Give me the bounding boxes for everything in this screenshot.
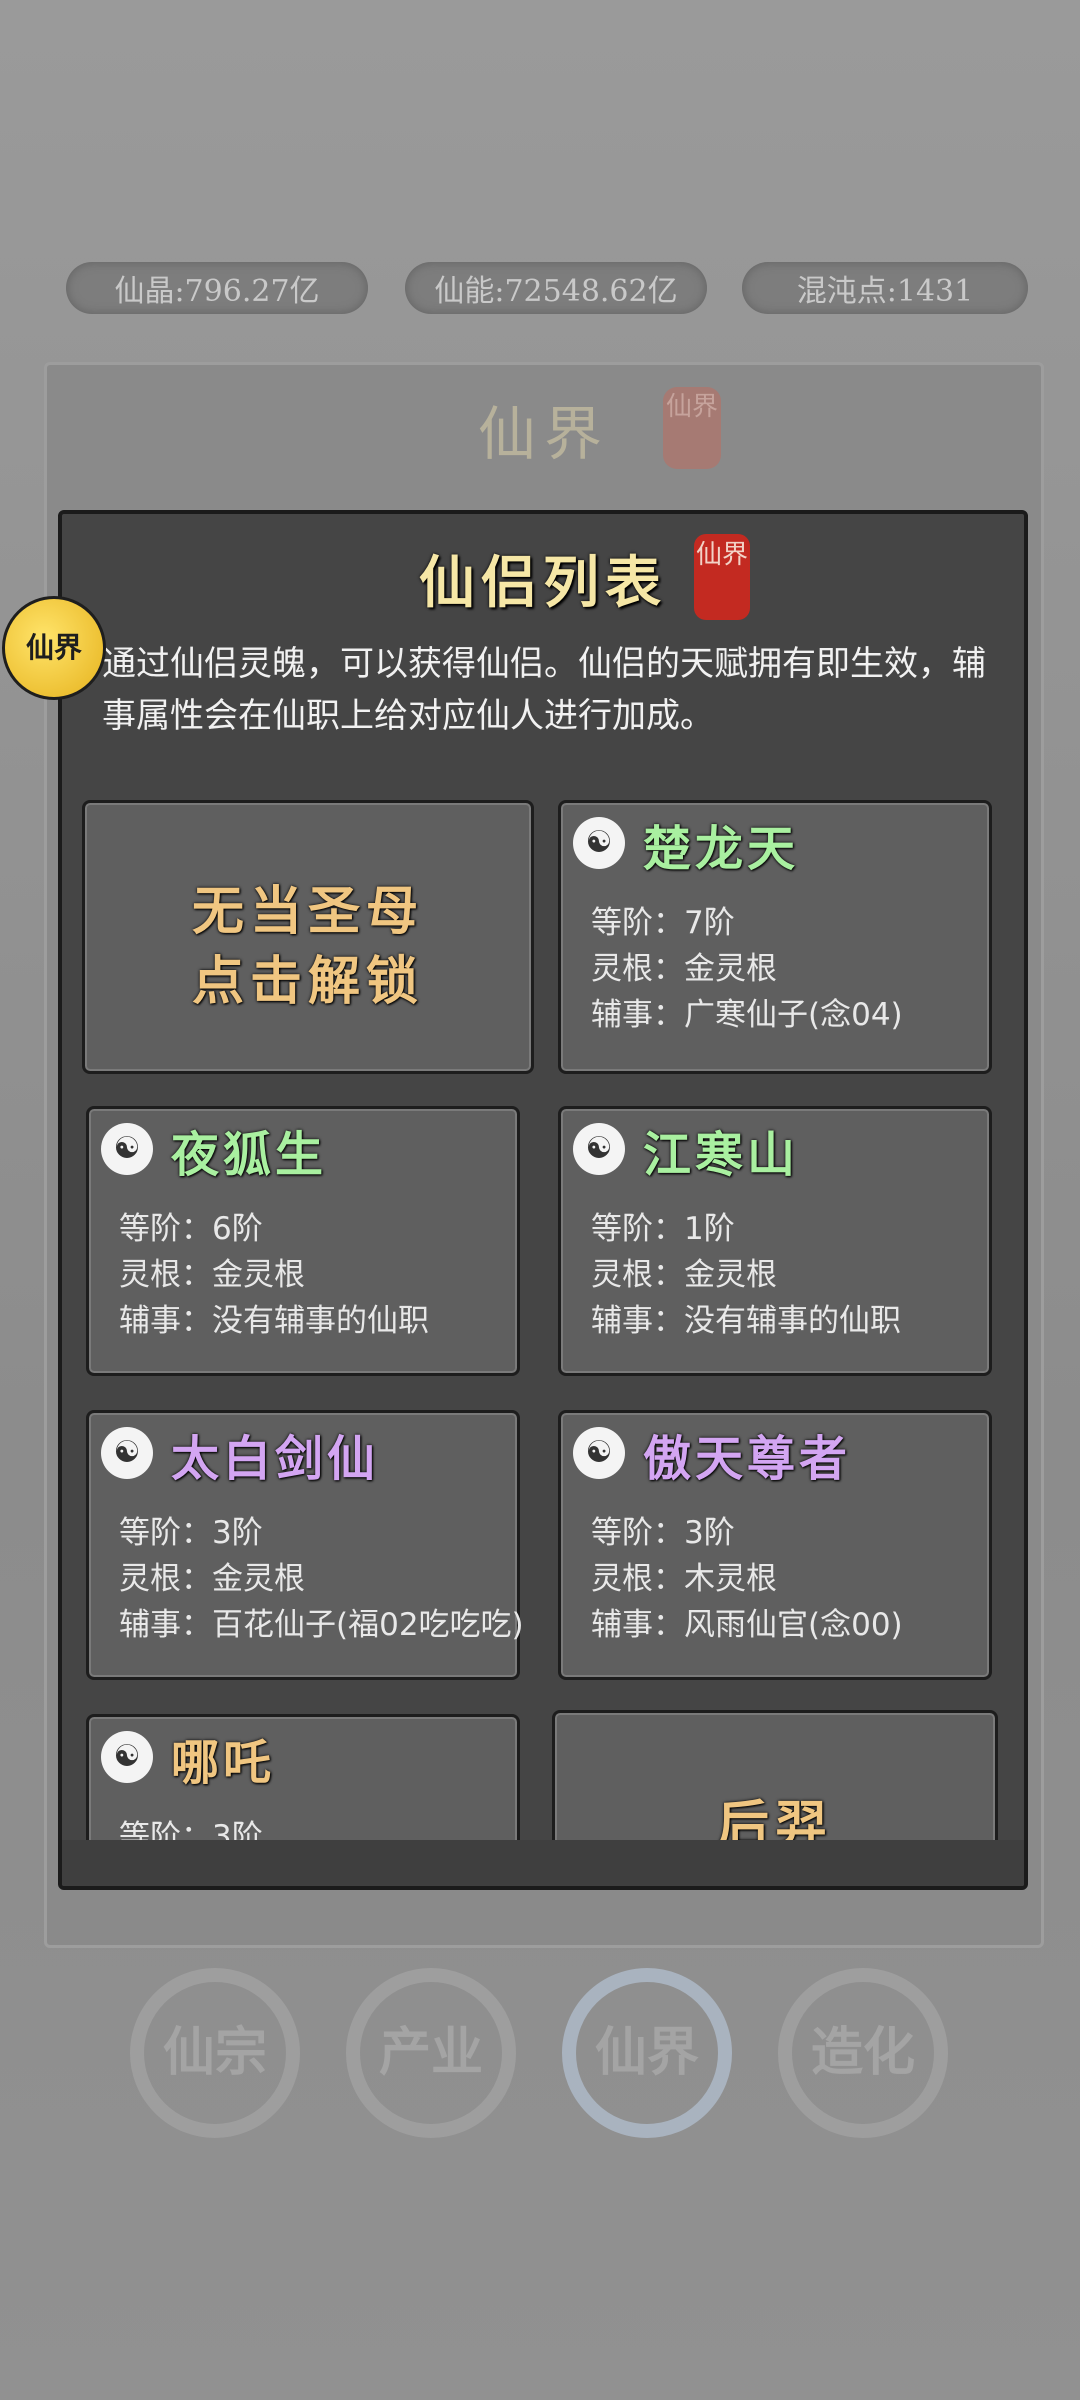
companion-name: 哪吒 (171, 1735, 276, 1791)
seal-stamp-icon: 仙界 (694, 534, 750, 620)
companion-card[interactable]: ☯ 太白剑仙 等阶：3阶 灵根：金灵根 辅事：百花仙子(福02吃吃吃) (86, 1410, 524, 1680)
spirit-icon: ☯ (101, 1731, 153, 1783)
companion-root: 灵根：金灵根 (591, 1257, 777, 1293)
nav-sect-button[interactable]: 仙宗 (130, 1968, 300, 2138)
crystal-counter: 仙晶:796.27亿 (66, 262, 368, 314)
spirit-icon: ☯ (573, 1123, 625, 1175)
nav-label: 仙界 (594, 2022, 699, 2083)
companion-root: 灵根：金灵根 (591, 951, 777, 987)
companion-root: 灵根：木灵根 (591, 1561, 777, 1597)
energy-counter: 仙能:72548.62亿 (405, 262, 707, 314)
locked-companion-name: 无当圣母 (191, 881, 424, 942)
realm-seal-icon: 仙界 (663, 387, 721, 469)
companion-assist: 辅事：没有辅事的仙职 (591, 1303, 901, 1339)
companion-card-locked[interactable]: 无当圣母 点击解锁 (82, 800, 534, 1074)
companion-assist: 辅事：广寒仙子(念04) (591, 997, 903, 1033)
companion-name: 太白剑仙 (171, 1431, 380, 1487)
nav-label: 造化 (810, 2022, 915, 2083)
nav-industry-button[interactable]: 产业 (346, 1968, 516, 2138)
nav-realm-button[interactable]: 仙界 (562, 1968, 732, 2138)
realm-badge-icon[interactable]: 仙界 (2, 596, 106, 700)
companion-root: 灵根：金灵根 (119, 1257, 305, 1293)
companion-assist: 辅事：百花仙子(福02吃吃吃) (119, 1607, 524, 1643)
companion-rank: 等阶：3阶 (591, 1515, 735, 1551)
companion-rank: 等阶：1阶 (591, 1211, 735, 1247)
spirit-icon: ☯ (101, 1427, 153, 1479)
companion-list-dialog: 仙侣列表 仙界 通过仙侣灵魄，可以获得仙侣。仙侣的天赋拥有即生效，辅事属性会在仙… (58, 510, 1028, 1890)
companion-card[interactable]: ☯ 楚龙天 等阶：7阶 灵根：金灵根 辅事：广寒仙子(念04) (558, 800, 992, 1074)
nav-label: 仙宗 (162, 2022, 267, 2083)
companion-rank: 等阶：7阶 (591, 905, 735, 941)
badge-label: 仙界 (25, 631, 82, 664)
dialog-description: 通过仙侣灵魄，可以获得仙侣。仙侣的天赋拥有即生效，辅事属性会在仙职上给对应仙人进… (102, 644, 986, 736)
realm-title: 仙界 (477, 400, 610, 468)
chaos-points-counter: 混沌点:1431 (742, 262, 1028, 314)
companion-assist: 辅事：没有辅事的仙职 (119, 1303, 429, 1339)
nav-creation-button[interactable]: 造化 (778, 1968, 948, 2138)
unlock-hint: 点击解锁 (191, 951, 424, 1012)
spirit-icon: ☯ (573, 1427, 625, 1479)
companion-grid[interactable]: 无当圣母 点击解锁 ☯ 楚龙天 等阶：7阶 灵根：金灵根 辅事：广寒仙子(念04… (62, 784, 1024, 1842)
companion-rank: 等阶：3阶 (119, 1819, 263, 1842)
companion-rank: 等阶：3阶 (119, 1515, 263, 1551)
companion-card[interactable]: ☯ 哪吒 等阶：3阶 (86, 1714, 520, 1842)
companion-card-locked[interactable]: 后羿 (552, 1710, 998, 1842)
nav-label: 产业 (378, 2022, 483, 2083)
locked-companion-name: 后羿 (716, 1795, 833, 1842)
companion-name: 江寒山 (643, 1127, 800, 1183)
companion-card[interactable]: ☯ 江寒山 等阶：1阶 灵根：金灵根 辅事：没有辅事的仙职 (558, 1106, 992, 1376)
dialog-title: 仙侣列表 (419, 550, 667, 616)
companion-rank: 等阶：6阶 (119, 1211, 263, 1247)
dialog-footer (62, 1840, 1024, 1886)
companion-card[interactable]: ☯ 夜狐生 等阶：6阶 灵根：金灵根 辅事：没有辅事的仙职 (86, 1106, 520, 1376)
companion-name: 楚龙天 (643, 821, 800, 877)
spirit-icon: ☯ (573, 817, 625, 869)
companion-assist: 辅事：风雨仙官(念00) (591, 1607, 903, 1643)
companion-name: 傲天尊者 (643, 1431, 852, 1487)
companion-card[interactable]: ☯ 傲天尊者 等阶：3阶 灵根：木灵根 辅事：风雨仙官(念00) (558, 1410, 992, 1680)
companion-root: 灵根：金灵根 (119, 1561, 305, 1597)
spirit-icon: ☯ (101, 1123, 153, 1175)
companion-name: 夜狐生 (171, 1127, 328, 1183)
